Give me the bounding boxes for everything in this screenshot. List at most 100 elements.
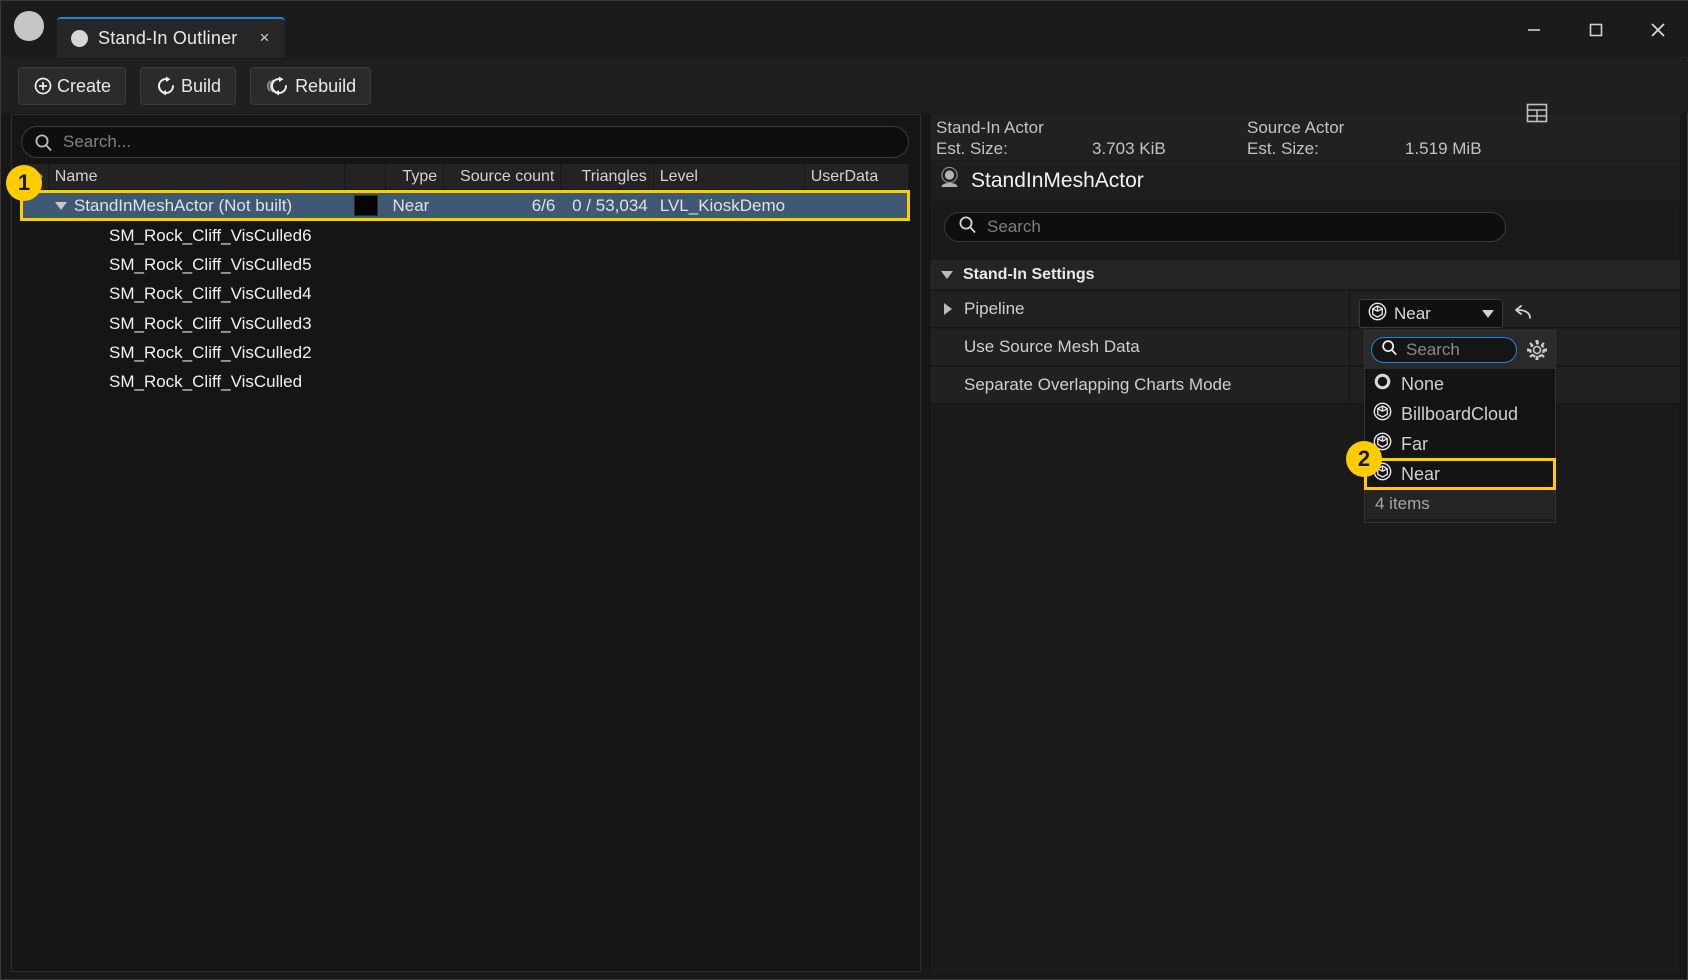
row-type-value: Near [392, 195, 430, 215]
minimize-icon[interactable] [1503, 1, 1565, 58]
pipeline-dropdown-menu: Search None BillboardCloud Far Near 4 it… [1364, 330, 1556, 523]
chevron-down-icon [941, 270, 953, 279]
source-est-size-label: Est. Size: [1247, 139, 1319, 158]
rebuild-button-label: Rebuild [295, 75, 357, 96]
actor-name-label: StandInMeshActor [971, 169, 1144, 192]
size-summary-bar: Stand-In Actor Est. Size: 3.703 KiB Sour… [930, 114, 1680, 160]
tab-stand-in-outliner[interactable]: Stand-In Outliner × [57, 17, 286, 57]
pipeline-selected-value: Near [1394, 303, 1431, 323]
search-icon [1381, 339, 1398, 361]
child-name-label: SM_Rock_Cliff_VisCulled4 [109, 283, 312, 303]
dropdown-item-label: BillboardCloud [1401, 403, 1519, 424]
column-header-level[interactable]: Level [654, 163, 805, 190]
title-bar: Stand-In Outliner × [1, 1, 1688, 58]
outliner-panel: Search... Name Type Source count Triangl… [11, 114, 921, 972]
property-label: Use Source Mesh Data [964, 337, 1140, 356]
property-label-wrapper: Use Source Mesh Data [930, 328, 1350, 366]
child-name-label: SM_Rock_Cliff_VisCulled [109, 371, 303, 391]
create-button[interactable]: Create [18, 67, 127, 105]
unreal-standin-outliner-window: Stand-In Outliner × Create Build Rebuild… [0, 0, 1688, 980]
column-header-type[interactable]: Type [386, 163, 445, 190]
search-icon [958, 215, 977, 239]
chevron-right-icon[interactable] [944, 303, 952, 315]
property-label: Separate Overlapping Charts Mode [964, 375, 1232, 394]
list-item[interactable]: SM_Rock_Cliff_VisCulled5 [21, 250, 909, 279]
table-row-standinmeshactor[interactable]: StandInMeshActor (Not built) Near 6/6 0 … [20, 190, 910, 221]
gear-icon [1527, 340, 1547, 360]
main-toolbar: Create Build Rebuild [1, 59, 1688, 113]
child-name-label: SM_Rock_Cliff_VisCulled2 [109, 342, 312, 362]
outliner-search-placeholder: Search... [63, 132, 132, 151]
row-source-count-value: 6/6 [531, 195, 556, 215]
property-label: Pipeline [964, 299, 1025, 318]
tab-close-icon[interactable]: × [255, 28, 273, 48]
outliner-search-input[interactable]: Search... [21, 126, 909, 158]
section-title-label: Stand-In Settings [963, 265, 1095, 283]
search-icon [34, 133, 53, 152]
list-item[interactable]: SM_Rock_Cliff_VisCulled6 [21, 221, 909, 250]
property-label-wrapper: Pipeline [930, 290, 1350, 328]
child-name-label: SM_Rock_Cliff_VisCulled3 [109, 313, 312, 333]
property-row-use-source-mesh-data[interactable]: Use Source Mesh Data [930, 328, 1680, 366]
standin-est-size-value: 3.703 KiB [1092, 139, 1166, 158]
list-item[interactable]: SM_Rock_Cliff_VisCulled4 [21, 279, 909, 308]
list-item[interactable]: SM_Rock_Cliff_VisCulled2 [21, 338, 909, 367]
plus-circle-icon [33, 76, 53, 96]
dropdown-settings-button[interactable] [1525, 338, 1549, 362]
create-button-label: Create [57, 75, 112, 96]
row-color-swatch[interactable] [353, 195, 378, 216]
details-grid-view-button[interactable] [1522, 98, 1552, 128]
pipeline-reset-button[interactable] [1509, 300, 1537, 328]
actor-icon [938, 166, 961, 195]
row-level-value: LVL_KioskDemo [659, 195, 786, 215]
child-name-label: SM_Rock_Cliff_VisCulled6 [109, 225, 312, 245]
dropdown-item-near[interactable]: Near [1364, 458, 1556, 490]
row-triangles-value: 0 / 53,034 [572, 195, 648, 215]
column-header-triangles[interactable]: Triangles [561, 163, 654, 190]
dropdown-item-billboardcloud[interactable]: BillboardCloud [1365, 399, 1555, 429]
expand-collapse-triangle-icon[interactable] [54, 201, 67, 210]
grid-view-icon [1526, 103, 1548, 123]
row-name-label: StandInMeshActor (Not built) [73, 195, 293, 215]
list-item[interactable]: SM_Rock_Cliff_VisCulled [21, 367, 909, 396]
dropdown-search-input[interactable]: Search [1371, 337, 1517, 363]
window-controls [1503, 1, 1688, 58]
outliner-column-headers: Name Type Source count Triangles Level U… [21, 163, 909, 190]
dropdown-item-label: Far [1401, 433, 1428, 454]
property-row-pipeline[interactable]: Pipeline [930, 290, 1680, 328]
actor-name-bar: StandInMeshActor [930, 161, 1680, 201]
row-userdata-value [805, 191, 909, 220]
child-name-label: SM_Rock_Cliff_VisCulled5 [109, 254, 312, 274]
cube-icon [1368, 302, 1387, 326]
column-header-name[interactable]: Name [49, 163, 345, 190]
dropdown-search-placeholder: Search [1406, 340, 1460, 359]
rebuild-button[interactable]: Rebuild [250, 67, 372, 105]
dropdown-item-none[interactable]: None [1365, 369, 1555, 399]
property-label-wrapper: Separate Overlapping Charts Mode [930, 366, 1350, 404]
pipeline-dropdown-combo[interactable]: Near [1359, 299, 1503, 328]
details-search-placeholder: Search [987, 217, 1041, 236]
unreal-engine-logo-icon [1, 0, 57, 57]
dropdown-item-label: Near [1401, 463, 1441, 484]
build-button[interactable]: Build [140, 67, 237, 105]
dropdown-item-list: None BillboardCloud Far Near [1364, 369, 1556, 490]
list-item[interactable]: SM_Rock_Cliff_VisCulled3 [21, 309, 909, 338]
none-circle-icon [1373, 372, 1392, 396]
standin-est-size-label: Est. Size: [936, 139, 1008, 158]
maximize-icon[interactable] [1565, 1, 1627, 58]
source-actor-label: Source Actor [1247, 118, 1345, 137]
cube-icon [1373, 402, 1392, 426]
dropdown-search-bar: Search [1365, 331, 1555, 369]
annotation-badge-2: 2 [1346, 441, 1382, 477]
reset-arrow-icon [1515, 305, 1531, 319]
section-stand-in-settings[interactable]: Stand-In Settings [930, 260, 1680, 290]
property-row-separate-overlapping-charts-mode[interactable]: Separate Overlapping Charts Mode [930, 366, 1680, 404]
column-header-color[interactable] [345, 163, 387, 190]
close-icon[interactable] [1627, 1, 1688, 58]
tab-icon [71, 29, 88, 47]
details-search-input[interactable]: Search [944, 212, 1506, 242]
dropdown-item-far[interactable]: Far [1365, 429, 1555, 459]
column-header-userdata[interactable]: UserData [805, 163, 909, 190]
column-header-source-count[interactable]: Source count [444, 163, 562, 190]
tab-label: Stand-In Outliner [98, 27, 238, 48]
